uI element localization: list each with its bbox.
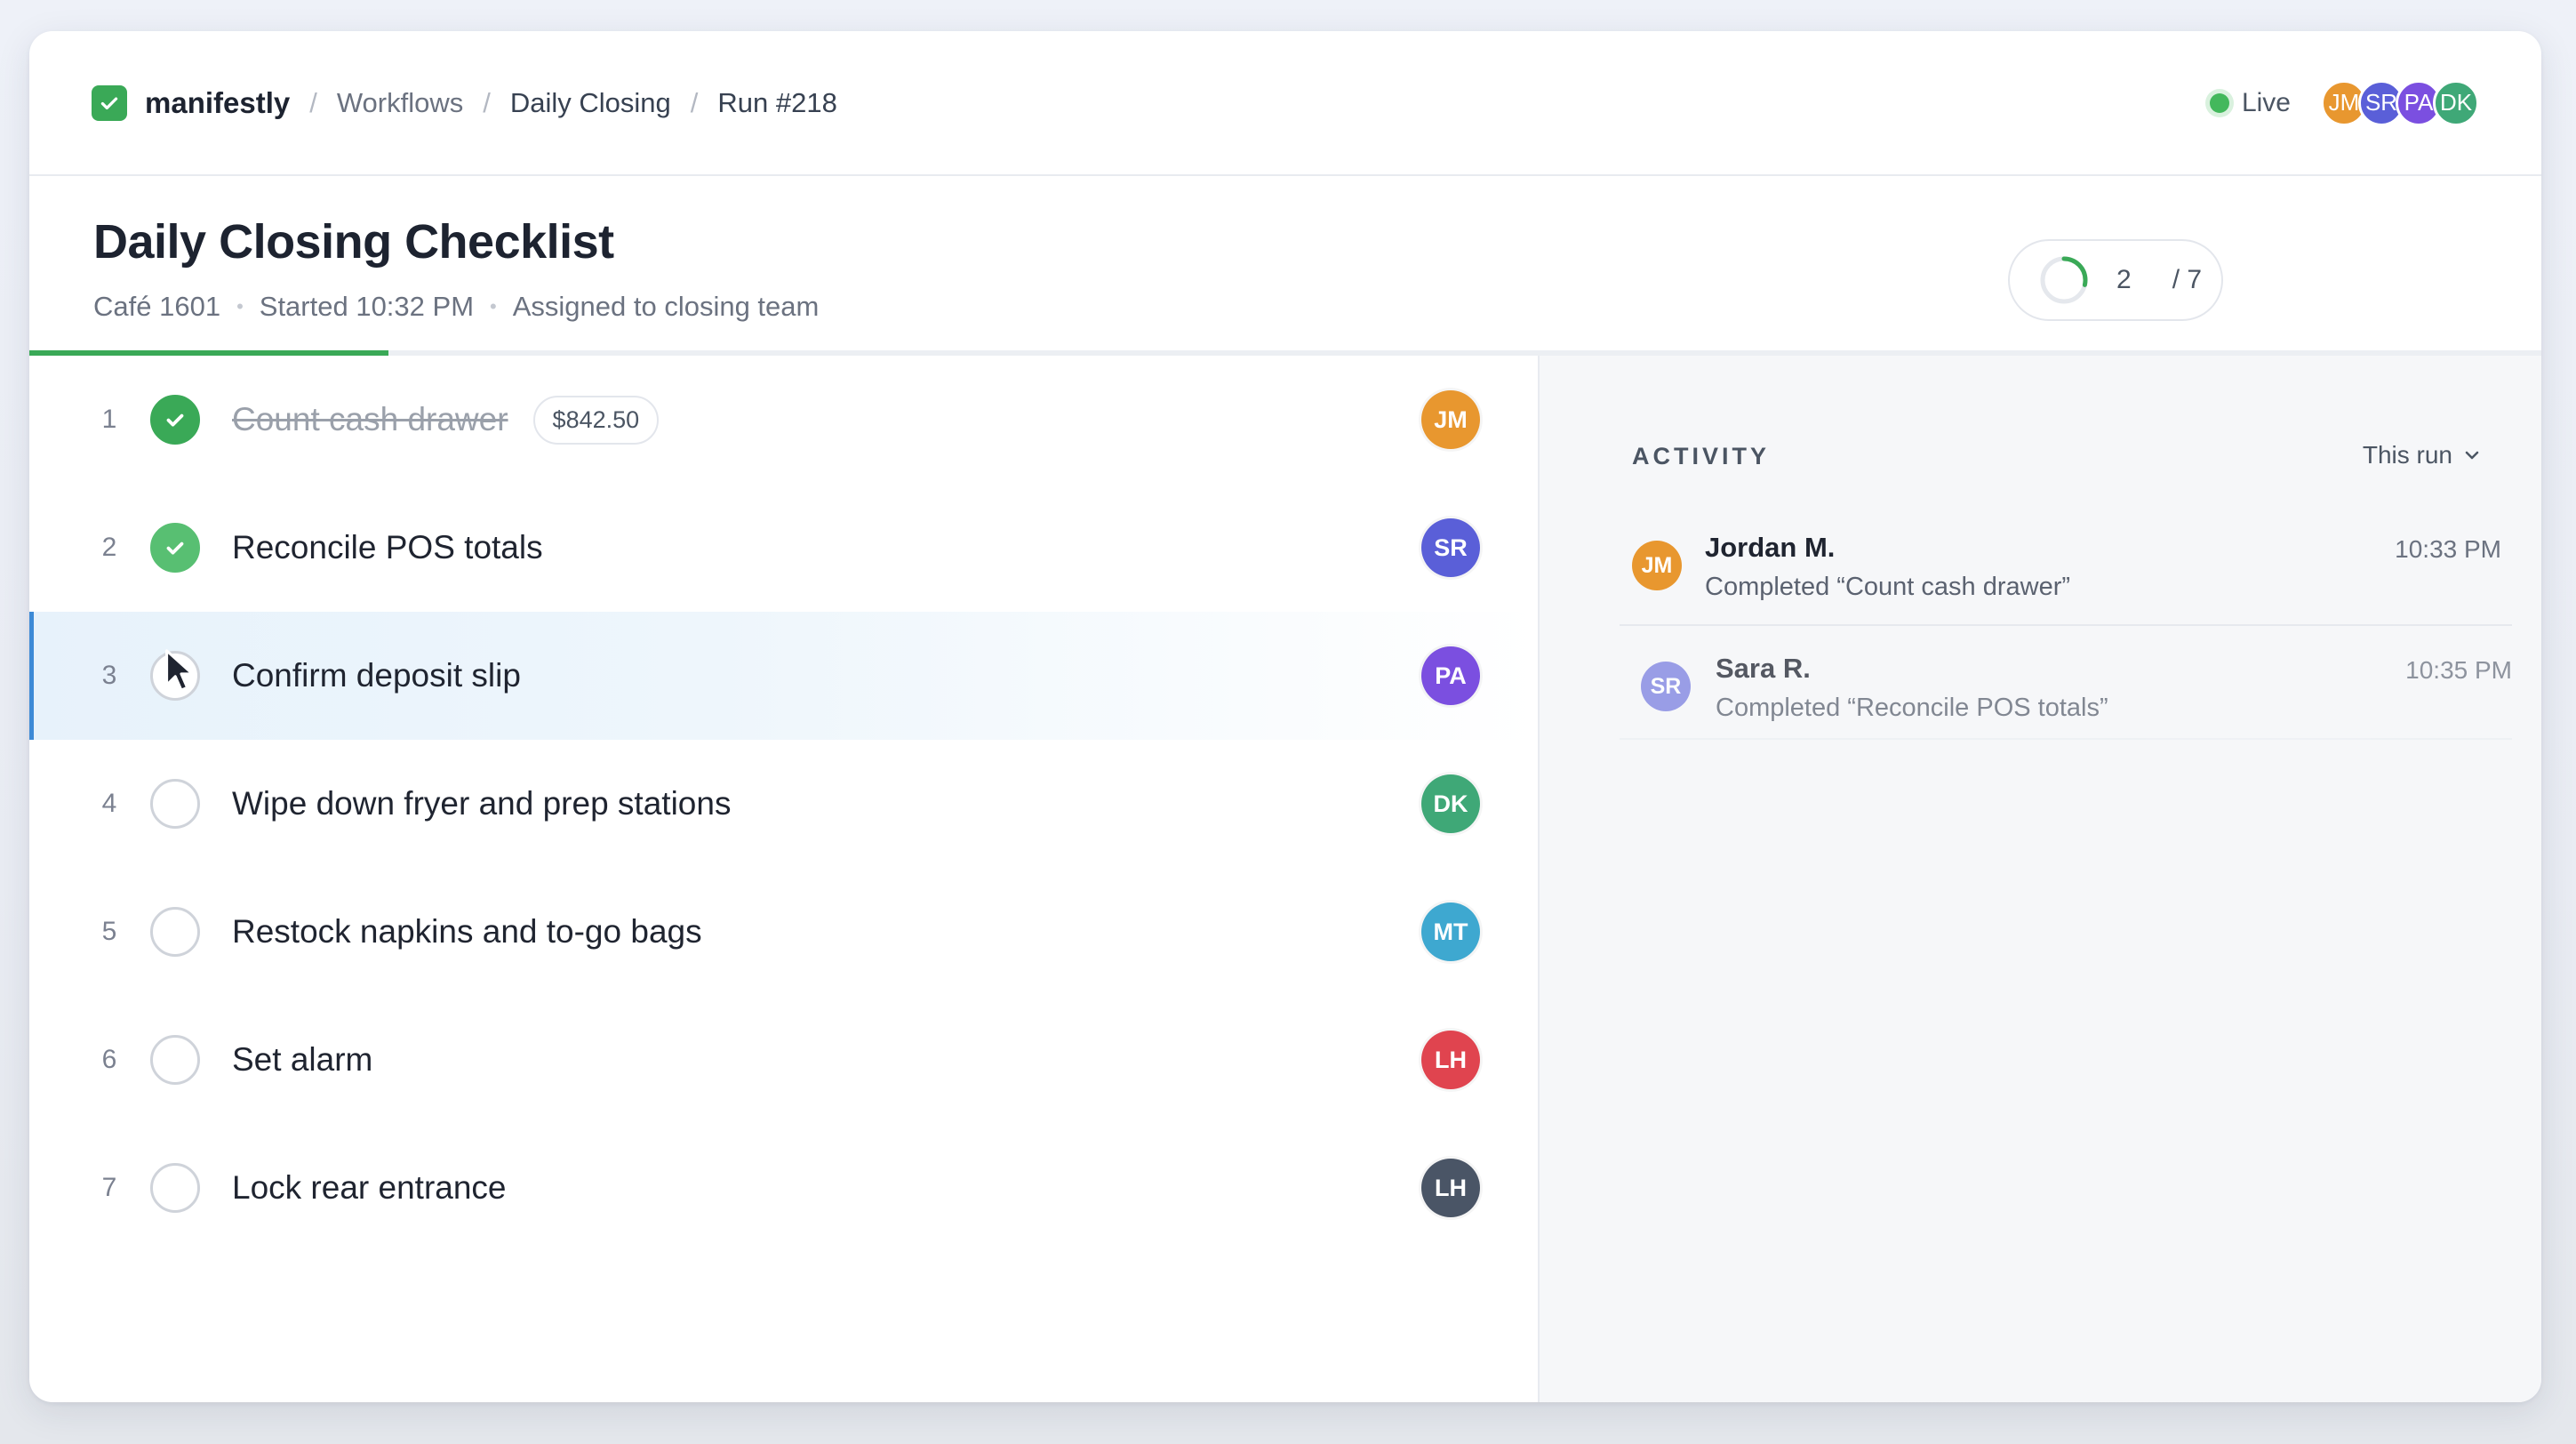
task-label: Count cash drawer (232, 401, 508, 437)
breadcrumb-run: Run #218 (717, 86, 837, 118)
assignee-avatar[interactable]: JM (1421, 390, 1480, 449)
activity-filter-label: This run (2362, 441, 2452, 469)
task-checkbox[interactable] (150, 779, 200, 829)
activity-user-name: Sara R. (1716, 653, 1811, 684)
live-label: Live (2241, 87, 2291, 117)
item-number: 6 (101, 1045, 117, 1074)
checklist-item[interactable]: 4 Wipe down fryer and prep stations DK (29, 740, 1538, 868)
progress-ring-icon (2040, 256, 2088, 304)
task-label: Reconcile POS totals (232, 529, 543, 566)
breadcrumb-separator: / (690, 86, 699, 118)
assignee-avatar[interactable]: MT (1421, 902, 1480, 961)
activity-timestamp: 10:35 PM (2405, 656, 2512, 684)
activity-description: Completed “Count cash drawer” (1705, 573, 2071, 601)
avatar[interactable]: DK (2433, 79, 2479, 126)
activity-panel: ACTIVITY This run JM Jordan M. Completed… (1540, 356, 2541, 1402)
check-icon (166, 413, 184, 427)
item-number: 3 (101, 661, 117, 690)
meta-separator: • (236, 295, 244, 317)
chevron-down-icon (2465, 451, 2479, 460)
completed-checkbox[interactable] (150, 395, 200, 445)
breadcrumb-daily-closing[interactable]: Daily Closing (510, 87, 671, 119)
activity-entry: JM Jordan M. Completed “Count cash drawe… (1620, 521, 2512, 626)
item-number: 5 (101, 917, 117, 946)
top-bar: manifestly / Workflows / Daily Closing /… (29, 31, 2541, 176)
item-number: 2 (101, 533, 117, 562)
item-number: 7 (101, 1173, 117, 1202)
mouse-cursor-icon (165, 649, 195, 692)
assigned-label: Assigned to closing team (512, 291, 820, 322)
progress-total-count: / 7 (2172, 265, 2203, 294)
task-label: Confirm deposit slip (232, 657, 521, 694)
amount-badge: $842.50 (532, 395, 660, 445)
task-label: Set alarm (232, 1041, 373, 1078)
activity-entry: SR Sara R. Completed “Reconcile POS tota… (1620, 642, 2512, 740)
avatar: JM (1632, 541, 1682, 590)
started-label: Started 10:32 PM (259, 291, 475, 322)
presence-area: Live JM SR PA DK (2209, 79, 2479, 126)
check-icon (166, 542, 184, 555)
page-header: Daily Closing Checklist Café 1601 • Star… (93, 214, 819, 323)
brand-name[interactable]: manifestly (145, 86, 290, 120)
location-label: Café 1601 (93, 291, 221, 322)
task-checkbox[interactable] (150, 1035, 200, 1085)
checklist-item[interactable]: 5 Restock napkins and to-go bags MT (29, 868, 1538, 996)
task-checkbox[interactable] (150, 907, 200, 957)
checklist-run-card: manifestly / Workflows / Daily Closing /… (29, 31, 2541, 1402)
completed-checkbox[interactable] (150, 523, 200, 573)
assignee-avatar[interactable]: SR (1421, 518, 1480, 577)
activity-user-name: Jordan M. (1705, 532, 1836, 563)
activity-timestamp: 10:33 PM (2395, 535, 2501, 563)
activity-heading: ACTIVITY (1632, 443, 1771, 469)
item-number: 1 (101, 405, 117, 434)
live-status-dot (2209, 92, 2229, 113)
meta-separator: • (490, 295, 497, 317)
checklist: 1 Count cash drawer $842.50 JM 2 Reconci… (29, 356, 1538, 1252)
breadcrumb-workflows[interactable]: Workflows (337, 87, 463, 119)
activity-description: Completed “Reconcile POS totals” (1716, 694, 2108, 722)
checklist-item[interactable]: 7 Lock rear entrance LH (29, 1124, 1538, 1252)
assignee-avatar[interactable]: LH (1421, 1159, 1480, 1217)
run-meta: Café 1601 • Started 10:32 PM • Assigned … (93, 291, 819, 323)
task-checkbox[interactable] (150, 1163, 200, 1213)
breadcrumb-separator: / (483, 86, 491, 118)
assignee-avatar[interactable]: LH (1421, 1031, 1480, 1089)
task-label: Wipe down fryer and prep stations (232, 785, 732, 822)
checklist-item-active[interactable]: 3 Confirm deposit slip PA (29, 612, 1538, 740)
checklist-item[interactable]: 6 Set alarm LH (29, 996, 1538, 1124)
assignee-avatar[interactable]: DK (1421, 774, 1480, 833)
checklist-item[interactable]: 2 Reconcile POS totals SR (29, 484, 1538, 612)
presence-avatars: JM SR PA DK (2321, 79, 2479, 126)
item-number: 4 (101, 789, 117, 818)
progress-pill[interactable]: 2 / 7 (2008, 239, 2223, 321)
progress-done-count: 2 (2116, 265, 2132, 294)
logo-check-icon[interactable] (92, 84, 127, 121)
task-label: Lock rear entrance (232, 1169, 507, 1206)
page-title: Daily Closing Checklist (93, 215, 614, 269)
activity-filter-dropdown[interactable]: This run (2363, 441, 2483, 469)
checklist-item[interactable]: 1 Count cash drawer $842.50 JM (29, 356, 1538, 484)
breadcrumb-separator: / (309, 86, 317, 118)
task-label: Restock napkins and to-go bags (232, 913, 702, 950)
avatar: SR (1641, 662, 1691, 711)
assignee-avatar[interactable]: PA (1421, 646, 1480, 705)
